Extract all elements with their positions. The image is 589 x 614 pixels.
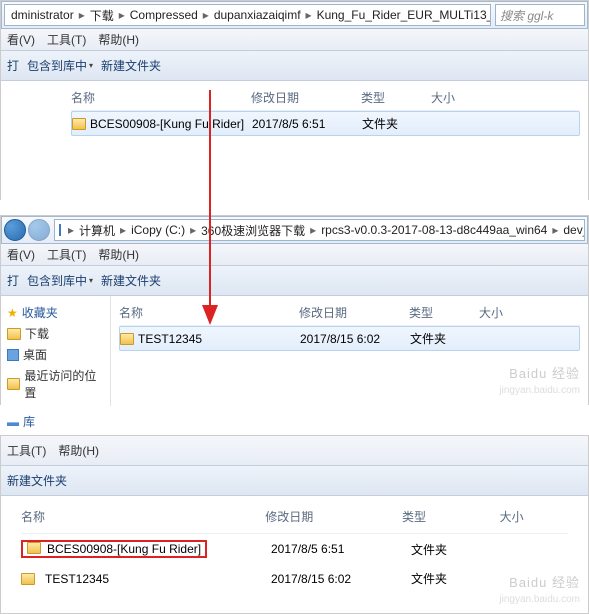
menu-help[interactable]: 帮助(H) xyxy=(98,246,139,263)
include-library-button[interactable]: 包含到库中▾ xyxy=(27,57,93,74)
highlight-box: BCES00908-[Kung Fu Rider] xyxy=(21,540,207,558)
crumb[interactable]: dministrator xyxy=(9,8,76,22)
col-date[interactable]: 修改日期 xyxy=(299,304,409,321)
folder-icon xyxy=(120,333,134,345)
sidebar-favorites[interactable]: ★收藏夹 xyxy=(5,302,106,323)
table-row[interactable]: TEST12345 2017/8/15 6:02 文件夹 xyxy=(21,564,568,593)
column-headers: 名称 修改日期 类型 大小 xyxy=(71,85,580,111)
chevron-right-icon: ▸ xyxy=(549,223,561,237)
col-name[interactable]: 名称 xyxy=(21,508,265,525)
col-type[interactable]: 类型 xyxy=(402,508,500,525)
library-icon: ▬ xyxy=(7,415,19,429)
menu-tools[interactable]: 工具(T) xyxy=(7,442,46,459)
chevron-down-icon: ▾ xyxy=(89,61,93,70)
column-headers: 名称 修改日期 类型 大小 xyxy=(119,300,580,326)
file-type: 文件夹 xyxy=(410,330,480,347)
menu-tools[interactable]: 工具(T) xyxy=(47,246,86,263)
crumb[interactable]: rpcs3-v0.0.3-2017-08-13-d8c449aa_win64 xyxy=(319,223,549,237)
menu-view[interactable]: 看(V) xyxy=(7,31,35,48)
folder-icon xyxy=(21,573,35,585)
file-type: 文件夹 xyxy=(411,570,511,587)
forward-button[interactable] xyxy=(28,219,50,241)
column-headers: 名称 修改日期 类型 大小 xyxy=(21,500,568,534)
file-date: 2017/8/15 6:02 xyxy=(271,572,411,586)
file-type: 文件夹 xyxy=(362,115,432,132)
col-type[interactable]: 类型 xyxy=(409,304,479,321)
star-icon: ★ xyxy=(7,306,18,320)
menu-bar: 看(V) 工具(T) 帮助(H) xyxy=(1,29,588,51)
table-row[interactable]: BCES00908-[Kung Fu Rider] 2017/8/5 6:51 … xyxy=(71,111,580,136)
col-size[interactable]: 大小 xyxy=(479,304,539,321)
folder-icon xyxy=(27,542,41,554)
new-folder-button[interactable]: 新建文件夹 xyxy=(101,57,161,74)
file-date: 2017/8/5 6:51 xyxy=(271,542,411,556)
toolbar: 打 包含到库中▾ 新建文件夹 xyxy=(1,266,588,296)
file-name: BCES00908-[Kung Fu Rider] xyxy=(90,117,244,131)
file-name: TEST12345 xyxy=(138,332,202,346)
menu-help[interactable]: 帮助(H) xyxy=(98,31,139,48)
include-library-button[interactable]: 包含到库中▾ xyxy=(27,272,93,289)
toolbar: 打 包含到库中▾ 新建文件夹 xyxy=(1,51,588,81)
chevron-right-icon: ▸ xyxy=(187,223,199,237)
col-name[interactable]: 名称 xyxy=(71,89,251,106)
file-type: 文件夹 xyxy=(411,541,511,558)
chevron-down-icon: ▾ xyxy=(89,276,93,285)
sidebar-recent[interactable]: 最近访问的位置 xyxy=(5,365,106,403)
search-input[interactable]: 搜索 ggl-k xyxy=(495,4,585,26)
col-type[interactable]: 类型 xyxy=(361,89,431,106)
crumb[interactable]: 下载 xyxy=(88,7,116,24)
file-name: BCES00908-[Kung Fu Rider] xyxy=(47,542,201,556)
address-bar: dministrator▸ 下载▸ Compressed▸ dupanxiaza… xyxy=(1,1,588,29)
new-folder-button[interactable]: 新建文件夹 xyxy=(101,272,161,289)
folder-icon xyxy=(72,118,86,130)
sidebar-downloads[interactable]: 下载 xyxy=(5,323,106,344)
menu-bar: 看(V) 工具(T) 帮助(H) xyxy=(1,244,588,266)
crumb[interactable]: Compressed xyxy=(128,8,200,22)
col-date[interactable]: 修改日期 xyxy=(265,508,402,525)
toolbar: 新建文件夹 xyxy=(1,466,588,496)
open-button[interactable]: 打 xyxy=(7,272,19,289)
table-row[interactable]: BCES00908-[Kung Fu Rider] 2017/8/5 6:51 … xyxy=(21,534,568,564)
menu-tools[interactable]: 工具(T) xyxy=(47,31,86,48)
col-date[interactable]: 修改日期 xyxy=(251,89,361,106)
open-button[interactable]: 打 xyxy=(7,57,19,74)
back-button[interactable] xyxy=(4,219,26,241)
recent-icon xyxy=(7,378,20,390)
menu-bar: 工具(T) 帮助(H) xyxy=(1,436,588,466)
chevron-right-icon: ▸ xyxy=(303,8,315,22)
chevron-right-icon: ▸ xyxy=(117,223,129,237)
col-size[interactable]: 大小 xyxy=(431,89,491,106)
chevron-right-icon: ▸ xyxy=(307,223,319,237)
chevron-right-icon: ▸ xyxy=(65,223,77,237)
sidebar-libraries[interactable]: ▬库 xyxy=(5,411,106,432)
crumb[interactable]: dupanxiazaiqimf xyxy=(212,8,303,22)
address-bar: ▸ 计算机▸ iCopy (C:)▸ 360极速浏览器下载▸ rpcs3-v0.… xyxy=(1,216,588,244)
menu-help[interactable]: 帮助(H) xyxy=(58,442,99,459)
chevron-right-icon: ▸ xyxy=(76,8,88,22)
file-date: 2017/8/15 6:02 xyxy=(300,332,410,346)
crumb[interactable]: 计算机 xyxy=(77,222,117,239)
col-name[interactable]: 名称 xyxy=(119,304,299,321)
folder-icon xyxy=(7,328,21,340)
table-row[interactable]: TEST12345 2017/8/15 6:02 文件夹 xyxy=(119,326,580,351)
breadcrumb[interactable]: dministrator▸ 下载▸ Compressed▸ dupanxiaza… xyxy=(4,4,491,26)
breadcrumb[interactable]: ▸ 计算机▸ iCopy (C:)▸ 360极速浏览器下载▸ rpcs3-v0.… xyxy=(54,219,585,241)
crumb[interactable]: dev_hdd0 xyxy=(561,223,585,237)
computer-icon xyxy=(59,224,61,236)
new-folder-button[interactable]: 新建文件夹 xyxy=(7,472,67,489)
file-name: TEST12345 xyxy=(45,572,109,586)
sidebar-desktop[interactable]: 桌面 xyxy=(5,344,106,365)
desktop-icon xyxy=(7,349,19,361)
sidebar: ★收藏夹 下载 桌面 最近访问的位置 ▬库 视频 图片 xyxy=(1,296,111,406)
col-size[interactable]: 大小 xyxy=(500,508,568,525)
file-date: 2017/8/5 6:51 xyxy=(252,117,362,131)
crumb[interactable]: iCopy (C:) xyxy=(129,223,187,237)
crumb[interactable]: 360极速浏览器下载 xyxy=(199,222,307,239)
chevron-right-icon: ▸ xyxy=(200,8,212,22)
crumb[interactable]: Kung_Fu_Rider_EUR_MULTi13_PS3-3DM xyxy=(315,8,491,22)
menu-view[interactable]: 看(V) xyxy=(7,246,35,263)
chevron-right-icon: ▸ xyxy=(116,8,128,22)
